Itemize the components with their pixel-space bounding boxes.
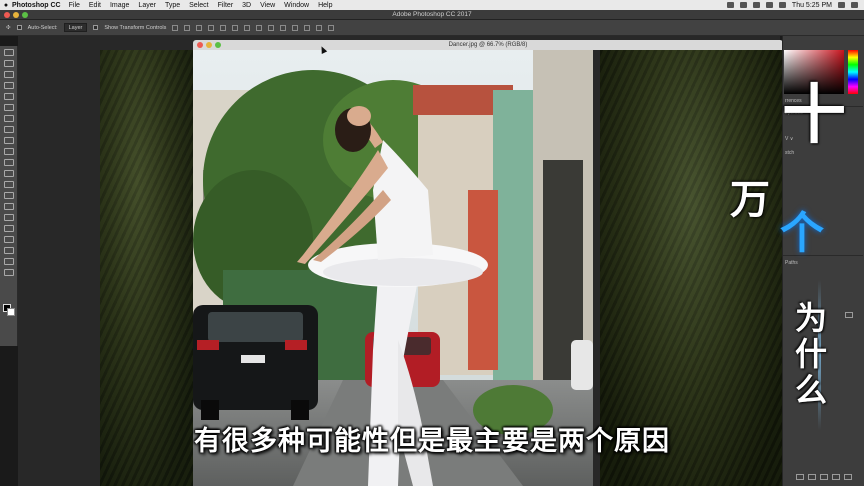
dropbox-icon[interactable] — [726, 2, 734, 8]
app-title: Adobe Photoshop CC 2017 — [392, 11, 472, 18]
distribute-left-icon[interactable] — [280, 24, 287, 31]
panel-label-paths[interactable]: Paths — [785, 260, 798, 266]
eraser-tool-icon[interactable] — [3, 159, 14, 166]
bluetooth-icon[interactable] — [739, 2, 747, 8]
quick-select-tool-icon[interactable] — [3, 82, 14, 89]
link-layers-icon[interactable] — [796, 474, 804, 480]
document-window-controls — [197, 42, 221, 48]
marquee-tool-icon[interactable] — [3, 60, 14, 67]
lock-icon[interactable] — [845, 312, 853, 318]
healing-brush-tool-icon[interactable] — [3, 115, 14, 122]
clone-stamp-tool-icon[interactable] — [3, 137, 14, 144]
auto-select-dropdown[interactable]: Layer — [63, 23, 88, 32]
menu-list-icon[interactable] — [851, 2, 858, 8]
zoom-tool-icon[interactable] — [3, 258, 14, 265]
overlay-char-me: 么 — [795, 371, 828, 409]
menu-app-name[interactable]: Photoshop CC — [12, 2, 61, 9]
menu-type[interactable]: Type — [165, 2, 180, 9]
brush-tool-icon[interactable] — [3, 126, 14, 133]
move-tool-icon[interactable] — [3, 49, 14, 56]
menu-image[interactable]: Image — [110, 2, 129, 9]
move-tool-icon[interactable]: ✣ — [6, 25, 11, 31]
clock[interactable]: Thu 5:25 PM — [792, 2, 832, 9]
wifi-icon[interactable] — [752, 2, 760, 8]
eyedropper-tool-icon[interactable] — [3, 104, 14, 111]
fx-icon[interactable] — [808, 474, 816, 480]
forest-background-left — [100, 50, 195, 486]
overlay-char-shen: 什 — [795, 335, 828, 373]
menu-view[interactable]: View — [260, 2, 275, 9]
document-zoom-icon[interactable] — [215, 42, 221, 48]
distribute-right-icon[interactable] — [304, 24, 311, 31]
dancer-photo — [193, 50, 593, 486]
distribute-top-icon[interactable] — [244, 24, 251, 31]
overlay-char-wan: 万 — [730, 177, 770, 223]
gradient-tool-icon[interactable] — [3, 170, 14, 177]
tools-panel — [0, 46, 18, 346]
apple-icon[interactable]: ● — [0, 2, 12, 9]
volume-icon[interactable] — [765, 2, 773, 8]
document-minimize-icon[interactable] — [206, 42, 212, 48]
mac-menubar: ● Photoshop CC File Edit Image Layer Typ… — [0, 0, 864, 10]
app-title-bar: Adobe Photoshop CC 2017 — [0, 10, 864, 20]
forest-background-right — [600, 50, 782, 486]
background-color-swatch[interactable] — [7, 308, 15, 316]
document-title: Dancer.jpg @ 66.7% (RGB/8) — [448, 42, 528, 48]
path-select-tool-icon[interactable] — [3, 225, 14, 232]
menu-help[interactable]: Help — [318, 2, 332, 9]
menu-select[interactable]: Select — [189, 2, 208, 9]
distribute-center-icon[interactable] — [292, 24, 299, 31]
new-layer-icon[interactable] — [832, 474, 840, 480]
overlay-char-shi: 十 — [782, 79, 846, 153]
search-icon[interactable] — [838, 2, 845, 8]
show-transform-checkbox[interactable] — [93, 25, 99, 30]
menu-window[interactable]: Window — [284, 2, 309, 9]
lasso-tool-icon[interactable] — [3, 71, 14, 78]
align-bottom-icon[interactable] — [196, 24, 203, 31]
dodge-tool-icon[interactable] — [3, 192, 14, 199]
options-bar: ✣ Auto-Select: Layer Show Transform Cont… — [0, 20, 864, 36]
show-transform-label: Show Transform Controls — [104, 24, 167, 31]
status-area: Thu 5:25 PM — [726, 0, 858, 10]
auto-select-label: Auto-Select: — [27, 24, 58, 31]
type-tool-icon[interactable] — [3, 214, 14, 221]
3d-mode-icon[interactable] — [328, 24, 335, 31]
shape-tool-icon[interactable] — [3, 236, 14, 243]
mask-icon[interactable] — [820, 474, 828, 480]
align-right-icon[interactable] — [232, 24, 239, 31]
distribute-middle-icon[interactable] — [256, 24, 263, 31]
zoom-icon[interactable] — [22, 12, 28, 18]
overlay-char-wei: 为 — [795, 299, 828, 337]
menu-layer[interactable]: Layer — [138, 2, 156, 9]
auto-align-icon[interactable] — [316, 24, 323, 31]
edit-toolbar-icon[interactable] — [3, 269, 14, 276]
menu-file[interactable]: File — [69, 2, 80, 9]
menu-3d[interactable]: 3D — [242, 2, 251, 9]
auto-select-checkbox[interactable] — [16, 25, 22, 30]
align-left-icon[interactable] — [208, 24, 215, 31]
hand-tool-icon[interactable] — [3, 247, 14, 254]
menu-filter[interactable]: Filter — [218, 2, 234, 9]
document-close-icon[interactable] — [197, 42, 203, 48]
trash-icon[interactable] — [844, 474, 852, 480]
document-canvas[interactable] — [193, 50, 593, 486]
battery-icon[interactable] — [778, 2, 786, 8]
align-top-icon[interactable] — [172, 24, 179, 31]
align-middle-icon[interactable] — [184, 24, 191, 31]
menu-edit[interactable]: Edit — [89, 2, 101, 9]
hue-slider[interactable] — [848, 50, 858, 94]
overlay-char-ge: 个 — [780, 208, 824, 259]
pen-tool-icon[interactable] — [3, 203, 14, 210]
video-subtitle: 有很多种可能性但是最主要是两个原因 — [194, 426, 670, 457]
document-title-bar: Dancer.jpg @ 66.7% (RGB/8) — [193, 40, 783, 50]
crop-tool-icon[interactable] — [3, 93, 14, 100]
history-brush-tool-icon[interactable] — [3, 148, 14, 155]
blur-tool-icon[interactable] — [3, 181, 14, 188]
close-icon[interactable] — [4, 12, 10, 18]
distribute-bottom-icon[interactable] — [268, 24, 275, 31]
minimize-icon[interactable] — [13, 12, 19, 18]
align-center-icon[interactable] — [220, 24, 227, 31]
window-controls — [4, 12, 28, 18]
